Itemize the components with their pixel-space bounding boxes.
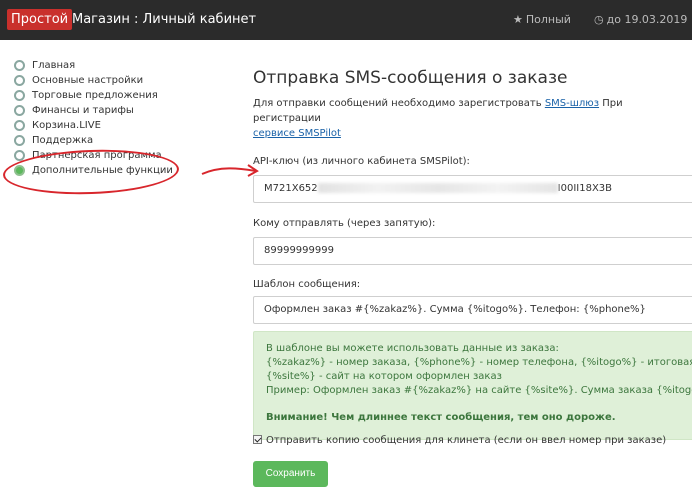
sidebar-item-settings[interactable]: Основные настройки xyxy=(14,73,194,88)
annotation-arrow-icon xyxy=(201,164,259,177)
sidebar-item-cart-live[interactable]: Корзина.LIVE xyxy=(14,118,194,133)
radio-dot-icon xyxy=(14,120,25,131)
copy-to-client-checkbox[interactable] xyxy=(253,435,262,444)
main-content: Отправка SMS-сообщения о заказе Для отпр… xyxy=(253,64,692,501)
sidebar-item-label: Финансы и тарифы xyxy=(32,105,134,116)
star-icon: ★ xyxy=(513,13,523,26)
api-key-suffix: I00II18X3B xyxy=(557,183,613,194)
radio-dot-icon xyxy=(14,75,25,86)
sidebar-item-label: Основные настройки xyxy=(32,75,144,86)
app-title: Магазин : Личный кабинет xyxy=(72,12,257,27)
smspilot-link[interactable]: сервисе SMSPilot xyxy=(253,128,341,139)
intro-text: Для отправки сообщений необходимо зареги… xyxy=(253,96,692,141)
info-line: В шаблоне вы можете использовать данные … xyxy=(266,343,559,354)
info-warning: Внимание! Чем длиннее текст сообщения, т… xyxy=(266,412,616,423)
brand-badge[interactable]: Простой xyxy=(7,9,73,30)
intro-text-start: Для отправки сообщений необходимо зареги… xyxy=(253,98,545,109)
page-title: Отправка SMS-сообщения о заказе xyxy=(253,68,568,88)
api-key-input[interactable]: M721X652 I00II18X3B xyxy=(253,175,692,203)
expiry-indicator[interactable]: ◷ до 19.03.2019 xyxy=(594,12,687,28)
sidebar-item-finance[interactable]: Финансы и тарифы xyxy=(14,103,194,118)
recipients-label: Кому отправлять (через запятую): xyxy=(253,218,436,229)
sidebar-item-support[interactable]: Поддержка xyxy=(14,133,194,148)
sidebar-item-offers[interactable]: Торговые предложения xyxy=(14,88,194,103)
api-key-label: API-ключ (из личного кабинета SMSPilot): xyxy=(253,156,470,167)
sidebar-item-home[interactable]: Главная xyxy=(14,58,194,73)
recipients-input[interactable]: 89999999999 xyxy=(253,237,692,265)
info-line: {%zakaz%} - номер заказа, {%phone%} - но… xyxy=(266,357,692,368)
save-button[interactable]: Сохранить xyxy=(253,461,328,487)
sidebar-item-label: Торговые предложения xyxy=(32,90,158,101)
template-input[interactable]: Оформлен заказ #{%zakaz%}. Сумма {%itogo… xyxy=(253,296,692,324)
info-alert: В шаблоне вы можете использовать данные … xyxy=(253,331,692,440)
plan-label: Полный xyxy=(525,13,571,26)
copy-to-client-row: Отправить копию сообщения для клинета (е… xyxy=(253,434,666,448)
expiry-label: до 19.03.2019 xyxy=(606,13,688,26)
plan-indicator[interactable]: ★ Полный xyxy=(513,12,571,28)
sidebar-item-label: Главная xyxy=(32,60,76,71)
info-line: Пример: Оформлен заказ #{%zakaz%} на сай… xyxy=(266,385,692,396)
radio-dot-icon xyxy=(14,60,25,71)
template-label: Шаблон сообщения: xyxy=(253,279,361,290)
copy-to-client-label[interactable]: Отправить копию сообщения для клинета (е… xyxy=(266,435,666,446)
sidebar-item-label: Корзина.LIVE xyxy=(32,120,101,131)
radio-dot-icon xyxy=(14,135,25,146)
top-navbar: Простой Магазин : Личный кабинет ★ Полный… xyxy=(0,0,692,40)
sidebar-item-label: Поддержка xyxy=(32,135,94,146)
clock-icon: ◷ xyxy=(594,13,604,26)
redacted-blur xyxy=(317,183,558,193)
sms-gateway-link[interactable]: SMS-шлюз xyxy=(545,98,599,109)
radio-dot-icon xyxy=(14,90,25,101)
info-line: {%site%} - сайт на котором оформлен зака… xyxy=(266,371,502,382)
api-key-prefix: M721X652 xyxy=(264,183,318,194)
radio-dot-icon xyxy=(14,105,25,116)
